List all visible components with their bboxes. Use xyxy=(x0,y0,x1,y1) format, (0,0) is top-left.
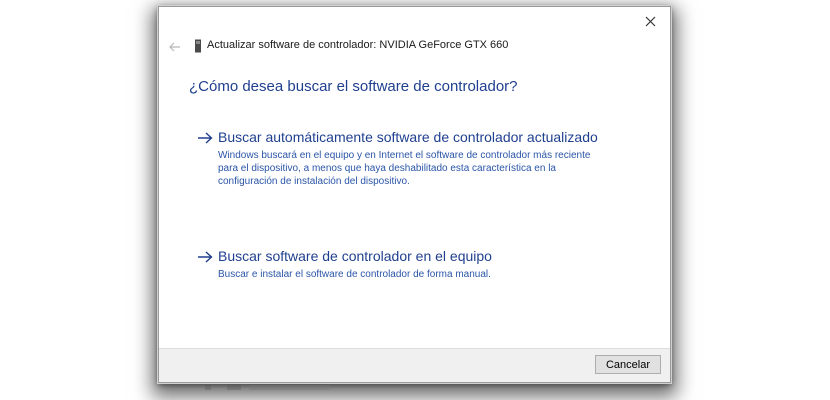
right-arrow-icon xyxy=(198,132,213,144)
device-icon xyxy=(195,39,201,53)
back-button[interactable] xyxy=(165,37,185,57)
close-button[interactable] xyxy=(636,9,664,33)
window-title: Actualizar software de controlador: NVID… xyxy=(207,39,509,51)
option-title: Buscar software de controlador en el equ… xyxy=(218,248,492,264)
screen: Actualizar software de controlador: NVID… xyxy=(0,0,830,400)
back-arrow-icon xyxy=(169,42,180,52)
update-driver-dialog: Actualizar software de controlador: NVID… xyxy=(158,6,671,383)
close-icon xyxy=(645,16,655,26)
title-bar: Actualizar software de controlador: NVID… xyxy=(159,35,670,59)
cancel-button[interactable]: Cancelar xyxy=(595,355,661,374)
background-window-remnant xyxy=(205,384,329,390)
page-heading: ¿Cómo desea buscar el software de contro… xyxy=(189,78,518,95)
dialog-footer: Cancelar xyxy=(159,348,670,382)
option-description: Buscar e instalar el software de control… xyxy=(218,269,491,280)
right-arrow-icon xyxy=(198,251,213,263)
option-description: Windows buscará en el equipo y en Intern… xyxy=(218,150,591,187)
option-title: Buscar automáticamente software de contr… xyxy=(218,129,598,145)
